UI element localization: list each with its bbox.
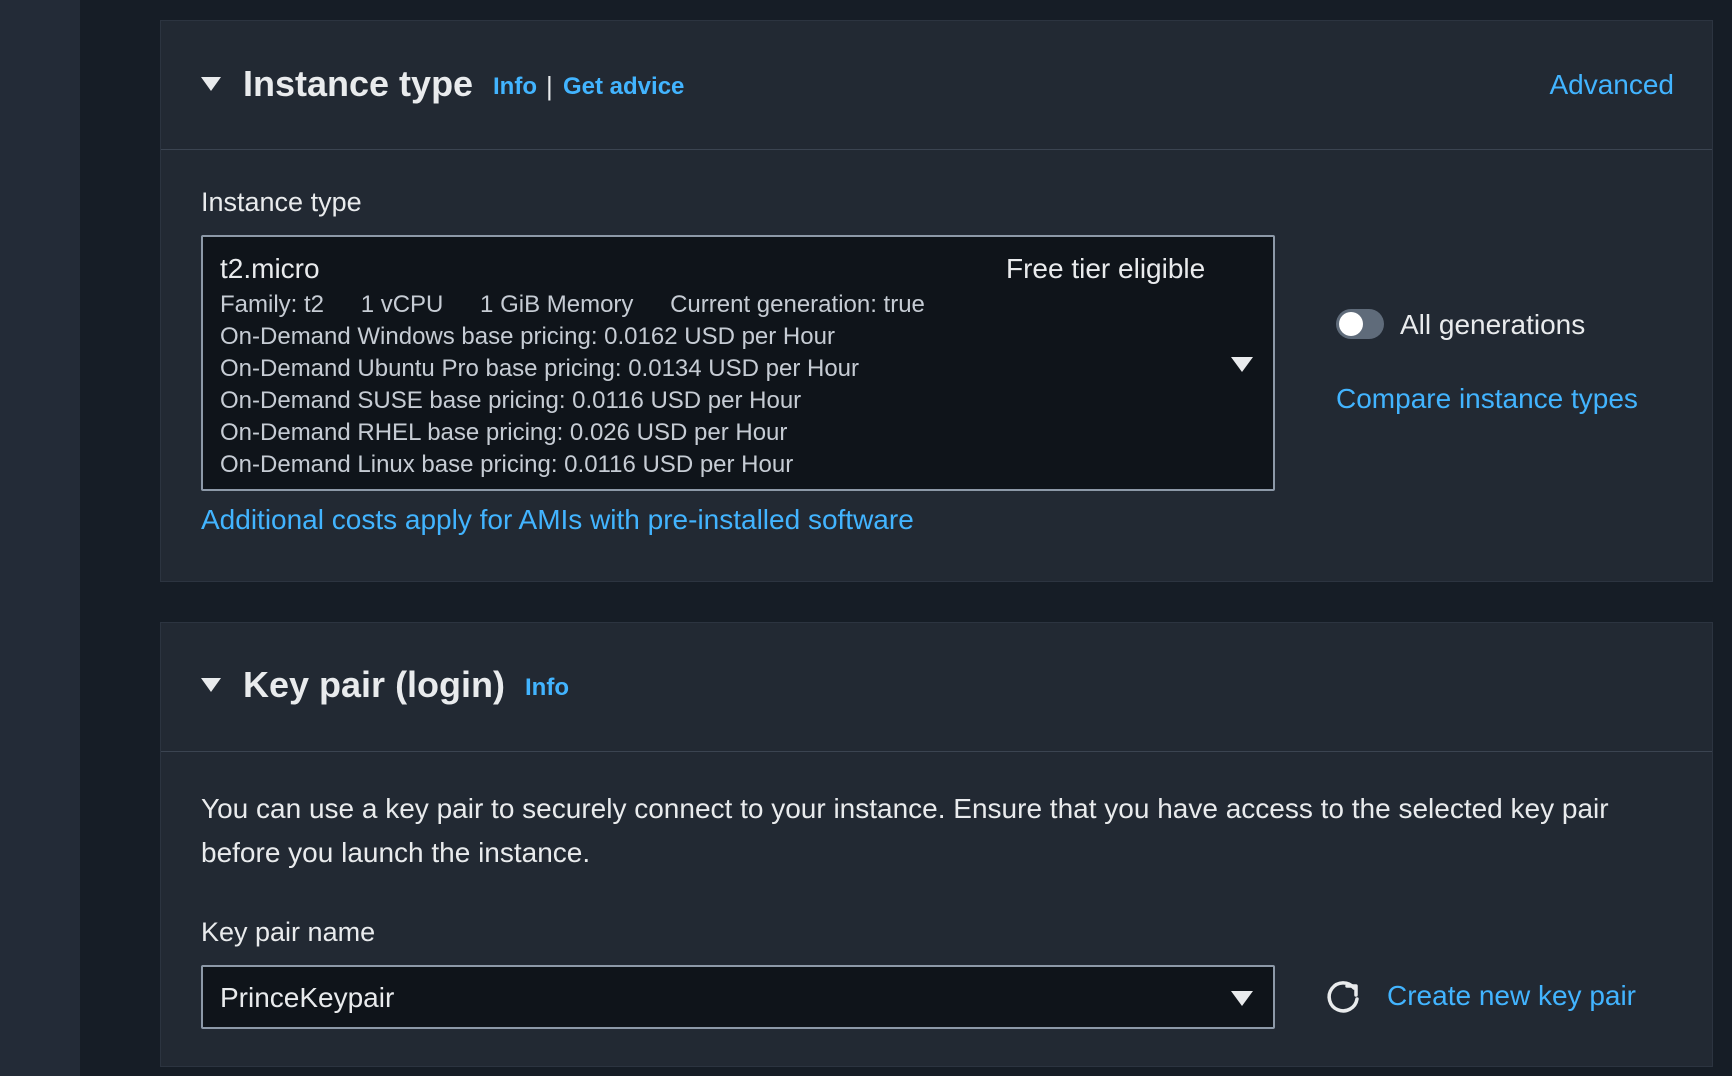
dropdown-arrow-icon: [1231, 991, 1253, 1006]
key-pair-title: Key pair (login): [243, 664, 506, 705]
key-pair-info-link[interactable]: Info: [525, 674, 569, 702]
spec-memory: 1 GiB Memory: [480, 291, 634, 318]
left-rail: [0, 0, 80, 1076]
pricing-linux: On-Demand Linux base pricing: 0.0116 USD…: [220, 451, 794, 478]
collapse-caret-icon[interactable]: [201, 77, 221, 91]
header-separator: |: [546, 71, 553, 101]
all-generations-label: All generations: [1400, 309, 1586, 340]
spec-generation: Current generation: true: [670, 291, 925, 318]
key-pair-panel: Key pair (login) Info You can use a key …: [160, 622, 1713, 1067]
create-new-key-pair-link[interactable]: Create new key pair: [1387, 980, 1636, 1012]
toggle-knob: [1339, 312, 1363, 336]
advanced-link[interactable]: Advanced: [1549, 69, 1674, 101]
pricing-windows: On-Demand Windows base pricing: 0.0162 U…: [220, 323, 835, 350]
key-pair-header: Key pair (login) Info: [161, 623, 1712, 752]
instance-specs: Family: t2 1 vCPU 1 GiB Memory Current g…: [220, 291, 955, 319]
compare-instance-types-link[interactable]: Compare instance types: [1336, 383, 1638, 415]
instance-type-name: t2.micro: [220, 253, 320, 284]
instance-type-info-link[interactable]: Info: [493, 73, 537, 101]
instance-type-header: Instance type Info | Get advice Advanced: [161, 21, 1712, 150]
pricing-ubuntu-pro: On-Demand Ubuntu Pro base pricing: 0.013…: [220, 355, 859, 382]
refresh-icon[interactable]: [1323, 977, 1363, 1017]
free-tier-badge: Free tier eligible: [1006, 253, 1206, 284]
all-generations-toggle[interactable]: [1336, 309, 1384, 339]
key-pair-selected-value: PrinceKeypair: [220, 982, 395, 1013]
pricing-rhel: On-Demand RHEL base pricing: 0.026 USD p…: [220, 419, 788, 446]
instance-type-field-label: Instance type: [201, 187, 362, 217]
spec-vcpu: 1 vCPU: [360, 291, 444, 318]
spec-family: Family: t2: [220, 291, 325, 318]
instance-type-select[interactable]: t2.micro Free tier eligible Family: t2 1…: [201, 235, 1275, 491]
additional-costs-link[interactable]: Additional costs apply for AMIs with pre…: [201, 504, 914, 536]
dropdown-arrow-icon: [1231, 357, 1253, 372]
instance-type-title: Instance type: [243, 63, 474, 104]
instance-type-panel: Instance type Info | Get advice Advanced…: [160, 20, 1713, 582]
key-pair-description: You can use a key pair to securely conne…: [201, 793, 1609, 868]
pricing-suse: On-Demand SUSE base pricing: 0.0116 USD …: [220, 387, 802, 414]
key-pair-select[interactable]: PrinceKeypair: [201, 965, 1275, 1029]
collapse-caret-icon[interactable]: [201, 678, 221, 692]
get-advice-link[interactable]: Get advice: [563, 73, 684, 101]
key-pair-name-label: Key pair name: [201, 917, 376, 947]
